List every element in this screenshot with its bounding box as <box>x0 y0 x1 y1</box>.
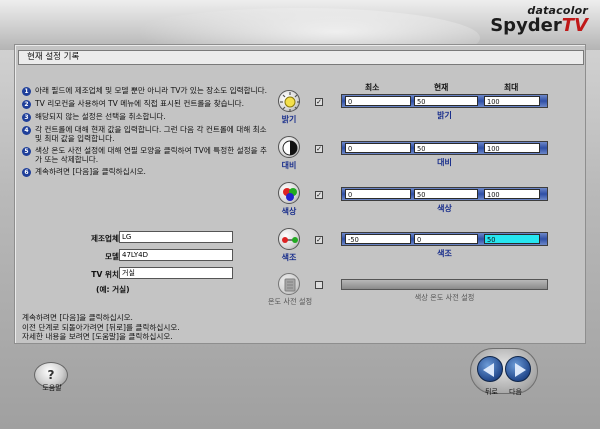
sun-brightness-icon <box>278 90 300 112</box>
product-tv: TV <box>561 15 588 36</box>
color-slider-label: 색상 <box>437 204 452 213</box>
next-button[interactable] <box>505 356 531 382</box>
tv-location-label: TV 위치: <box>91 270 122 279</box>
brightness-slider-label: 밝기 <box>437 111 452 120</box>
tint-max-field[interactable]: 50 <box>484 234 540 244</box>
contrast-max-field[interactable]: 100 <box>484 143 540 153</box>
tint-label: 색조 <box>281 253 297 262</box>
tint-checkbox[interactable]: ✓ <box>315 236 323 244</box>
instruction-step: 5 색상 온도 사전 설정에 대해 연필 모양을 클릭하여 TV에 특정한 설정을… <box>22 146 272 164</box>
page-title: 현재 설정 기록 <box>18 50 584 65</box>
tint-slider-label: 색조 <box>437 249 452 258</box>
step-text: 색상 온도 사전 설정에 대해 연필 모양을 클릭하여 TV에 특정한 설정을 … <box>35 146 267 164</box>
instruction-step: 3 해당되지 않는 설정은 선택을 취소합니다. <box>22 112 272 122</box>
step-number: 5 <box>22 147 31 156</box>
brightness-label: 밝기 <box>281 115 297 124</box>
back-button[interactable] <box>477 356 503 382</box>
column-current-header: 현재 <box>434 83 449 92</box>
step-number: 6 <box>22 168 31 177</box>
footer-line: 이전 단계로 되돌아가려면 [뒤로]를 클릭하십시오. <box>22 322 180 332</box>
contrast-checkbox[interactable]: ✓ <box>315 145 323 153</box>
arrow-left-icon <box>483 363 494 377</box>
contrast-slider-label: 대비 <box>437 158 452 167</box>
tint-slider[interactable]: -50 0 50 <box>341 232 548 246</box>
color-max-field[interactable]: 100 <box>484 189 540 199</box>
tint-current-field[interactable]: 0 <box>414 234 478 244</box>
contrast-icon <box>278 136 300 158</box>
step-number: 3 <box>22 113 31 122</box>
arrow-right-icon <box>515 363 526 377</box>
color-checkbox[interactable]: ✓ <box>315 191 323 199</box>
tint-min-field[interactable]: -50 <box>345 234 411 244</box>
manufacturer-label: 제조업체: <box>91 234 122 243</box>
manufacturer-row: 제조업체: <box>22 231 242 245</box>
column-min-header: 최소 <box>365 83 380 92</box>
color-label: 색상 <box>281 207 297 216</box>
footer-instructions: 계속하려면 [다음]을 클릭하십시오. 이전 단계로 되돌아가려면 [뒤로]를 … <box>22 313 180 342</box>
temp-preset-bar-label: 색상 온도 사전 설정 <box>414 293 475 302</box>
color-dots-icon <box>278 182 300 204</box>
step-text: 아래 필드에 제조업체 및 모델 뿐만 아니라 TV가 있는 장소도 입력합니다… <box>35 86 267 95</box>
product-main: Spyder <box>490 15 562 36</box>
column-max-header: 최대 <box>504 83 519 92</box>
step-text: TV 리모컨을 사용하여 TV 메뉴에 직접 표시된 컨트롤을 찾습니다. <box>35 99 245 108</box>
instruction-step: 4 각 컨트롤에 대해 현재 값을 입력합니다. 그런 다음 각 컨트롤에 대해 … <box>22 125 272 143</box>
manufacturer-input[interactable] <box>119 231 233 243</box>
product-name: SpyderTV <box>490 17 588 35</box>
step-text: 해당되지 않는 설정은 선택을 취소합니다. <box>35 112 166 121</box>
step-number: 4 <box>22 126 31 135</box>
location-example-note: (예: 거실) <box>96 285 130 294</box>
step-text: 각 컨트롤에 대해 현재 값을 입력합니다. 그런 다음 각 컨트롤에 대해 최… <box>35 125 267 143</box>
step-text: 계속하려면 [다음]을 클릭하십시오. <box>35 167 146 176</box>
brightness-min-field[interactable]: 0 <box>345 96 411 106</box>
brightness-current-field[interactable]: 50 <box>414 96 478 106</box>
instruction-step: 2 TV 리모컨을 사용하여 TV 메뉴에 직접 표시된 컨트롤을 찾습니다. <box>22 99 272 109</box>
contrast-min-field[interactable]: 0 <box>345 143 411 153</box>
model-row: 모델: <box>22 249 242 263</box>
color-min-field[interactable]: 0 <box>345 189 411 199</box>
temp-preset-checkbox[interactable] <box>315 281 323 289</box>
contrast-label: 대비 <box>281 161 297 170</box>
step-number: 2 <box>22 100 31 109</box>
brightness-slider[interactable]: 0 50 100 <box>341 94 548 108</box>
spydertv-logo: datacolor SpyderTV <box>490 4 588 35</box>
tint-dots-icon <box>278 228 300 250</box>
instruction-step: 1 아래 필드에 제조업체 및 모델 뿐만 아니라 TV가 있는 장소도 입력합니… <box>22 86 272 96</box>
tv-location-input[interactable] <box>119 267 233 279</box>
next-label: 다음 <box>509 388 522 396</box>
brightness-max-field[interactable]: 100 <box>484 96 540 106</box>
footer-line: 계속하려면 [다음]을 클릭하십시오. <box>22 313 133 322</box>
tv-location-row: TV 위치: <box>22 267 242 281</box>
temp-preset-label: 온도 사전 설정 <box>267 297 313 306</box>
footer-line: 자세한 내용을 보려면 [도움말]을 클릭하십시오. <box>22 332 173 342</box>
pencil-preset-icon <box>278 273 300 295</box>
back-label: 뒤로 <box>485 388 498 396</box>
temp-preset-bar[interactable] <box>341 279 548 290</box>
question-icon: ? <box>47 368 55 382</box>
step-number: 1 <box>22 87 31 96</box>
model-input[interactable] <box>119 249 233 261</box>
instruction-step: 6 계속하려면 [다음]을 클릭하십시오. <box>22 167 272 177</box>
instruction-list: 1 아래 필드에 제조업체 및 모델 뿐만 아니라 TV가 있는 장소도 입력합니… <box>22 86 272 180</box>
help-label: 도움말 <box>42 384 62 392</box>
contrast-slider[interactable]: 0 50 100 <box>341 141 548 155</box>
color-current-field[interactable]: 50 <box>414 189 478 199</box>
contrast-current-field[interactable]: 50 <box>414 143 478 153</box>
brightness-checkbox[interactable]: ✓ <box>315 98 323 106</box>
color-slider[interactable]: 0 50 100 <box>341 187 548 201</box>
